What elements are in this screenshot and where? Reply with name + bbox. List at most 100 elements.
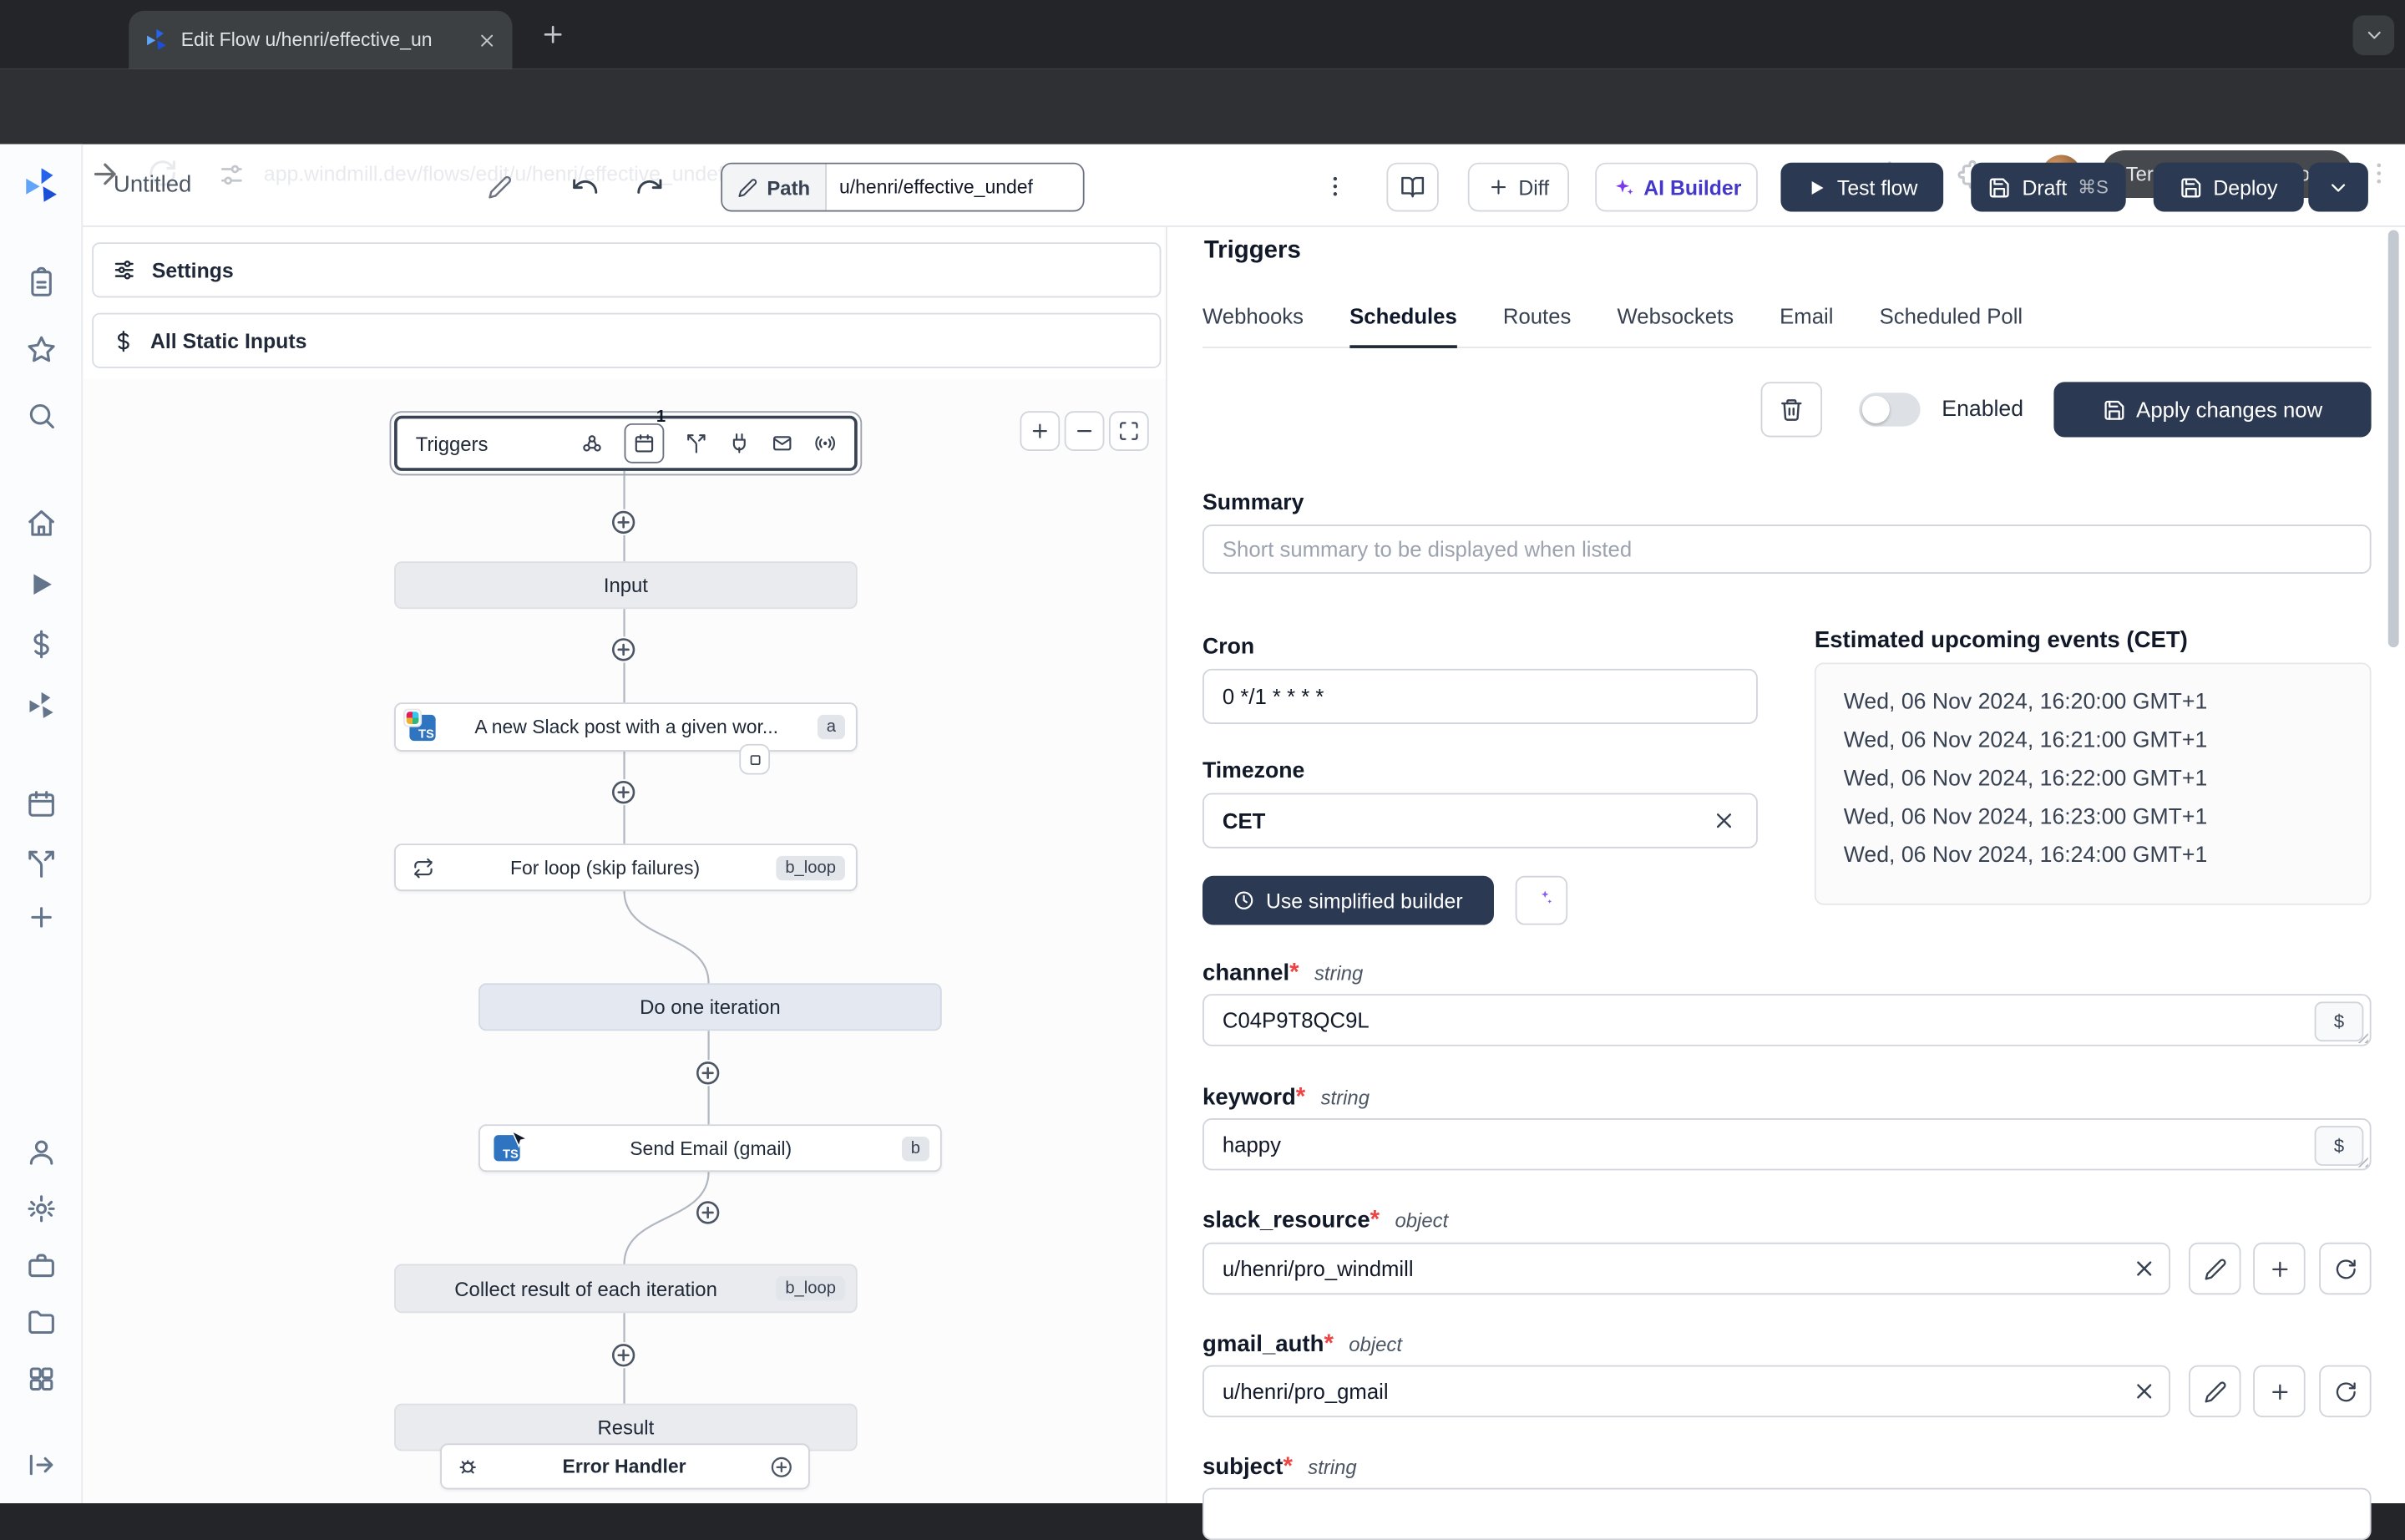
refresh-resource-button[interactable]	[2319, 1242, 2372, 1295]
calendar-icon	[634, 433, 656, 454]
channel-field-label: channel* string	[1202, 960, 1364, 987]
collect-node[interactable]: Collect result of each iteration b_loop	[394, 1264, 858, 1314]
timezone-label: Timezone	[1202, 759, 1305, 784]
upcoming-event: Wed, 06 Nov 2024, 16:21:00 GMT+1	[1843, 728, 2208, 753]
slack-step-label: A new Slack post with a given wor...	[474, 716, 779, 738]
simplified-builder-button[interactable]: Use simplified builder	[1202, 875, 1494, 925]
add-resource-button[interactable]	[2253, 1242, 2306, 1295]
schedule-trigger-selected[interactable]: 1	[624, 408, 666, 464]
loop-icon	[413, 857, 434, 879]
cron-input[interactable]	[1202, 668, 1758, 724]
delete-schedule-button[interactable]	[1760, 382, 1823, 438]
add-resource-button[interactable]	[2253, 1365, 2306, 1418]
websocket-trigger-icon[interactable]	[728, 433, 750, 454]
forloop-step-node[interactable]: For loop (skip failures) b_loop	[394, 843, 858, 892]
minus-icon	[1074, 420, 1096, 442]
forloop-step-label: For loop (skip failures)	[509, 856, 701, 879]
schedule-count-badge: 1	[656, 408, 666, 427]
panel-divider	[1165, 226, 1167, 1504]
zoom-in-button[interactable]	[1020, 411, 1061, 451]
keyword-input[interactable]	[1202, 1117, 2372, 1171]
channel-input-wrap: $	[1202, 994, 2372, 1046]
collect-node-label: Collect result of each iteration	[454, 1277, 717, 1300]
timezone-input[interactable]	[1202, 793, 1758, 849]
keyword-field-label: keyword* string	[1202, 1084, 1370, 1111]
clear-gmail-auth-icon[interactable]	[2132, 1379, 2156, 1403]
gmail-auth-input[interactable]	[1202, 1365, 2170, 1418]
poll-trigger-icon[interactable]	[814, 433, 836, 454]
iteration-node-label: Do one iteration	[640, 995, 781, 1019]
input-node[interactable]: Input	[394, 561, 858, 610]
keyword-input-wrap: $	[1202, 1117, 2372, 1171]
add-error-handler-icon[interactable]	[770, 1455, 793, 1478]
insert-step-button[interactable]	[610, 509, 637, 536]
refresh-icon	[2334, 1257, 2357, 1280]
apply-changes-button[interactable]: Apply changes now	[2053, 382, 2372, 438]
typescript-icon: TS	[403, 707, 436, 741]
tab-email[interactable]: Email	[1780, 304, 1833, 347]
channel-input[interactable]	[1202, 994, 2372, 1046]
subject-input[interactable]	[1202, 1487, 2372, 1540]
pencil-icon	[2203, 1380, 2226, 1403]
plus-icon	[2268, 1257, 2291, 1280]
simplified-builder-label: Use simplified builder	[1265, 889, 1463, 912]
trash-icon	[1780, 398, 1804, 422]
pencil-icon	[2203, 1257, 2226, 1280]
fit-view-button[interactable]	[1108, 411, 1149, 451]
early-stop-button[interactable]	[739, 743, 771, 775]
upcoming-events-title: Estimated upcoming events (CET)	[1814, 627, 2188, 654]
insert-step-button[interactable]	[695, 1199, 722, 1226]
tab-schedules[interactable]: Schedules	[1349, 304, 1457, 348]
insert-step-button[interactable]	[610, 779, 637, 806]
maximize-icon	[1118, 420, 1140, 442]
tab-routes[interactable]: Routes	[1503, 304, 1571, 347]
mouse-cursor-icon	[508, 1129, 529, 1151]
screen: Edit Flow u/henri/effective_un app.windm…	[0, 0, 2405, 1540]
bug-icon	[457, 1456, 478, 1477]
upcoming-event: Wed, 06 Nov 2024, 16:23:00 GMT+1	[1843, 805, 2208, 830]
error-handler-node[interactable]: Error Handler	[440, 1443, 810, 1490]
email-trigger-icon[interactable]	[772, 433, 793, 454]
insert-step-button[interactable]	[695, 1060, 722, 1087]
slack-resource-input[interactable]	[1202, 1242, 2170, 1295]
subject-field-label: subject* string	[1202, 1454, 1357, 1481]
enabled-toggle[interactable]	[1859, 393, 1921, 427]
ai-cron-button[interactable]	[1515, 875, 1568, 925]
insert-variable-button[interactable]: $	[2314, 1126, 2364, 1166]
webhook-trigger-icon[interactable]	[581, 433, 603, 454]
clear-timezone-icon[interactable]	[1712, 808, 1736, 833]
result-node-label: Result	[597, 1416, 655, 1439]
insert-step-button[interactable]	[610, 1342, 637, 1369]
summary-input[interactable]	[1202, 524, 2372, 574]
tab-scheduled-poll[interactable]: Scheduled Poll	[1880, 304, 2023, 347]
tab-websockets[interactable]: Websockets	[1617, 304, 1734, 347]
tab-webhooks[interactable]: Webhooks	[1202, 304, 1304, 347]
upcoming-event: Wed, 06 Nov 2024, 16:20:00 GMT+1	[1843, 690, 2208, 715]
triggers-node[interactable]: Triggers 1	[389, 408, 863, 476]
email-step-label: Send Email (gmail)	[630, 1137, 792, 1159]
clock-icon	[1233, 889, 1255, 911]
insert-step-button[interactable]	[610, 636, 637, 663]
routes-trigger-icon[interactable]	[686, 433, 707, 454]
magic-wand-icon	[1529, 888, 1553, 912]
zoom-out-button[interactable]	[1064, 411, 1105, 451]
summary-label: Summary	[1202, 490, 1304, 516]
upcoming-events-box: Wed, 06 Nov 2024, 16:20:00 GMT+1 Wed, 06…	[1814, 662, 2372, 905]
edit-resource-button[interactable]	[2189, 1242, 2241, 1295]
insert-variable-button[interactable]: $	[2314, 1001, 2364, 1042]
iteration-node[interactable]: Do one iteration	[478, 983, 942, 1031]
clear-slack-resource-icon[interactable]	[2132, 1256, 2156, 1280]
refresh-icon	[2334, 1380, 2357, 1403]
forloop-step-badge: b_loop	[776, 854, 846, 880]
edit-resource-button[interactable]	[2189, 1365, 2241, 1418]
refresh-resource-button[interactable]	[2319, 1365, 2372, 1418]
email-step-node[interactable]: TS Send Email (gmail) b	[478, 1124, 942, 1173]
apply-changes-label: Apply changes now	[2136, 397, 2323, 423]
slack-step-badge: a	[817, 714, 846, 740]
email-step-badge: b	[901, 1136, 930, 1161]
cron-label: Cron	[1202, 635, 1255, 660]
slack-step-node[interactable]: TS A new Slack post with a given wor... …	[394, 702, 858, 752]
slack-resource-field-label: slack_resource* object	[1202, 1207, 1449, 1234]
panel-scrollbar[interactable]	[2387, 230, 2399, 648]
plus-icon	[2268, 1380, 2291, 1403]
